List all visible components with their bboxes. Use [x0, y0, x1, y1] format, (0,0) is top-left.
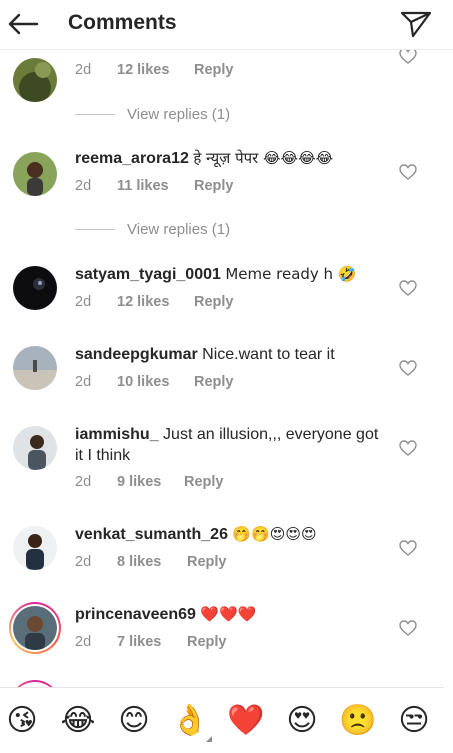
username[interactable]: sandeepgkumar — [75, 346, 198, 363]
comment-text: sandeepgkumar Nice.want to tear it — [75, 344, 385, 365]
comment-text: iammishu_ Just an illusion,,, everyone g… — [75, 424, 385, 466]
view-replies-label: View replies (1) — [127, 220, 231, 238]
comment-time: 2d — [75, 294, 92, 310]
reply-button[interactable]: Reply — [194, 62, 234, 78]
heart-outline-icon[interactable] — [399, 440, 417, 456]
emoji-laugh-button[interactable]: 😂 — [58, 701, 98, 741]
avatar — [13, 606, 57, 650]
username[interactable]: reema_arora12 — [75, 150, 189, 167]
heart-outline-icon[interactable] — [399, 164, 417, 180]
header: Comments — [0, 0, 453, 50]
avatar-frame — [11, 604, 59, 652]
likes-count[interactable]: 10 likes — [117, 374, 194, 390]
comment-meta: 2d 12 likes Reply — [75, 62, 234, 78]
reply-button[interactable]: Reply — [194, 178, 234, 194]
emoji-frown-button[interactable]: 🙁 — [338, 701, 378, 741]
back-arrow-icon[interactable] — [6, 9, 40, 39]
reply-button[interactable]: Reply — [194, 374, 234, 390]
emoji-heart-button[interactable]: ❤️ — [226, 701, 266, 741]
avatar[interactable] — [13, 58, 57, 102]
comment-meta: 2d 7 likes Reply — [75, 634, 227, 650]
comment-meta: 2d 11 likes Reply — [75, 178, 234, 194]
comment-text: venkat_sumanth_26 🤭🤭😍😍😍 — [75, 524, 385, 545]
story-ring-avatar[interactable] — [9, 680, 61, 687]
story-ring-avatar[interactable] — [9, 602, 61, 654]
reply-button[interactable]: Reply — [184, 474, 224, 490]
comment-time: 2d — [75, 374, 92, 390]
comment-text: princenaveen69 ❤️❤️❤️ — [75, 604, 385, 625]
username[interactable]: satyam_tyagi_0001 — [75, 266, 221, 283]
comment-meta: 2d 10 likes Reply — [75, 374, 234, 390]
paper-plane-icon[interactable] — [399, 8, 433, 40]
comment-meta: 2d 8 likes Reply — [75, 554, 227, 570]
avatar[interactable] — [13, 152, 57, 196]
screen-edge — [444, 0, 453, 753]
reply-button[interactable]: Reply — [194, 294, 234, 310]
comments-screen: Comments 2d 12 likes Reply View replies … — [0, 0, 453, 753]
likes-count[interactable]: 7 likes — [117, 634, 187, 650]
view-replies-button[interactable]: View replies (1) — [75, 104, 230, 124]
emoji-heart-eyes-button[interactable]: 😍 — [282, 701, 322, 741]
comment-body: ❤️❤️❤️ — [200, 605, 257, 623]
page-title: Comments — [68, 11, 177, 34]
comment-text: satyam_tyagi_0001 Meme ready h 🤣 — [75, 264, 385, 285]
comment-meta: 2d 12 likes Reply — [75, 294, 234, 310]
comment-body: Meme ready h 🤣 — [225, 265, 357, 283]
avatar[interactable] — [13, 266, 57, 310]
divider — [75, 228, 115, 230]
reply-button[interactable]: Reply — [187, 554, 227, 570]
emoji-smile-button[interactable]: 😊 — [114, 701, 154, 741]
emoji-kiss-button[interactable]: 😘 — [2, 701, 42, 741]
comment-list[interactable]: 2d 12 likes Reply View replies (1) reema… — [0, 50, 453, 687]
likes-count[interactable]: 12 likes — [117, 62, 194, 78]
username[interactable]: iammishu_ — [75, 426, 159, 443]
comment-time: 2d — [75, 62, 92, 78]
username[interactable]: venkat_sumanth_26 — [75, 526, 228, 543]
avatar[interactable] — [13, 426, 57, 470]
comment-time: 2d — [75, 178, 92, 194]
username[interactable]: princenaveen69 — [75, 606, 196, 623]
emoji-reaction-bar: 😘 😂 😊 👌 ❤️ 😍 🙁 😒 — [0, 687, 453, 753]
heart-outline-icon[interactable] — [399, 620, 417, 636]
avatar[interactable] — [13, 346, 57, 390]
heart-outline-icon[interactable] — [399, 280, 417, 296]
heart-outline-icon[interactable] — [399, 540, 417, 556]
comment-time: 2d — [75, 554, 92, 570]
likes-count[interactable]: 11 likes — [117, 178, 194, 194]
view-replies-label: View replies (1) — [127, 105, 231, 123]
comment-meta: 2d 9 likes Reply — [75, 474, 224, 490]
emoji-ok-hand-button[interactable]: 👌 — [170, 701, 210, 741]
likes-count[interactable]: 12 likes — [117, 294, 194, 310]
emoji-unamused-button[interactable]: 😒 — [394, 701, 434, 741]
view-replies-button[interactable]: View replies (1) — [75, 219, 230, 239]
reply-button[interactable]: Reply — [187, 634, 227, 650]
likes-count[interactable]: 9 likes — [117, 474, 184, 490]
divider — [75, 113, 115, 115]
comment-body: Nice.want to tear it — [202, 346, 335, 363]
comment-body: हे न्यूज़ पेपर 😂😂😂😂 — [193, 149, 334, 167]
heart-outline-icon[interactable] — [399, 50, 417, 64]
comment-text: reema_arora12 हे न्यूज़ पेपर 😂😂😂😂 — [75, 148, 385, 169]
avatar[interactable] — [13, 526, 57, 570]
more-emoji-indicator-icon — [206, 736, 212, 742]
heart-outline-icon[interactable] — [399, 360, 417, 376]
likes-count[interactable]: 8 likes — [117, 554, 187, 570]
comment-time: 2d — [75, 634, 92, 650]
comment-body: 🤭🤭😍😍😍 — [232, 525, 317, 543]
comment-time: 2d — [75, 474, 92, 490]
